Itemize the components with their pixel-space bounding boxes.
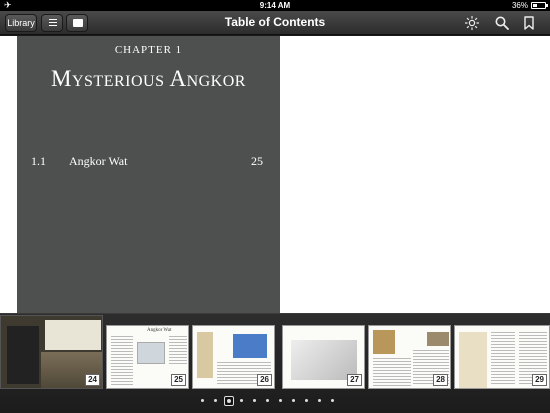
- page-number-badge: 29: [532, 374, 547, 386]
- battery-icon: [531, 2, 548, 9]
- status-time: 9:14 AM: [259, 1, 291, 10]
- battery-percentage: 36%: [511, 1, 528, 10]
- page-filmstrip: 24 Angkor Wat 25 26 27 28 29: [0, 313, 550, 413]
- page-thumbnail[interactable]: 26: [192, 325, 275, 389]
- toc-entry-page: 25: [251, 154, 263, 168]
- page-number-badge: 25: [171, 374, 186, 386]
- page-indicator-dot[interactable]: [253, 399, 256, 402]
- thumbnail-text-column: [373, 358, 411, 386]
- toc-entry-title: Angkor Wat: [69, 154, 128, 168]
- search-icon[interactable]: [494, 15, 510, 31]
- thumbnail-text-block: [7, 326, 39, 384]
- page-thumbnail[interactable]: Angkor Wat 25: [106, 325, 189, 389]
- toc-entry[interactable]: 1.1 Angkor Wat 25: [31, 154, 263, 168]
- status-bar: ✈ 9:14 AM 36%: [0, 0, 550, 11]
- page-indicator-dot[interactable]: [266, 399, 269, 402]
- page-indicator[interactable]: [0, 396, 550, 406]
- thumbnail-text-column: [111, 336, 133, 386]
- page-indicator-dot[interactable]: [318, 399, 321, 402]
- page-indicator-dot-active[interactable]: [224, 396, 234, 406]
- thumbnail-diagram: [233, 334, 267, 358]
- chapter-title[interactable]: Mysterious Angkor: [17, 66, 280, 92]
- thumbnail-photo: [427, 332, 449, 346]
- page-indicator-dot[interactable]: [305, 399, 308, 402]
- toc-entry-number: 1.1: [31, 154, 46, 168]
- page-thumbnail[interactable]: 24: [0, 315, 103, 389]
- page-number-badge: 24: [85, 374, 100, 386]
- thumbnail-inset: [45, 320, 101, 350]
- thumbnail-text-column: [169, 336, 187, 366]
- page-indicator-dot[interactable]: [214, 399, 217, 402]
- thumbnail-diagram: [137, 342, 165, 364]
- page-number-badge: 28: [433, 374, 448, 386]
- page-number-badge: 26: [257, 374, 272, 386]
- toc-content: CHAPTER 1 Mysterious Angkor 1.1 Angkor W…: [0, 36, 550, 324]
- page-indicator-dot[interactable]: [292, 399, 295, 402]
- brightness-icon[interactable]: [464, 15, 480, 31]
- chapter-label: CHAPTER 1: [114, 44, 183, 56]
- page-indicator-dot[interactable]: [279, 399, 282, 402]
- page-thumbnail[interactable]: 29: [454, 325, 550, 389]
- page-thumbnail[interactable]: 27: [282, 325, 365, 389]
- thumbnail-photo: [197, 332, 213, 378]
- page-indicator-dot[interactable]: [240, 399, 243, 402]
- battery-level: [533, 4, 537, 7]
- page-indicator-dot[interactable]: [331, 399, 334, 402]
- page-thumbnail[interactable]: 28: [368, 325, 451, 389]
- thumbnail-heading: Angkor Wat: [147, 328, 172, 333]
- thumbnail-text-column: [491, 332, 515, 386]
- bookmark-icon[interactable]: [521, 15, 537, 31]
- thumbnail-photo: [459, 332, 487, 388]
- page-indicator-dot[interactable]: [201, 399, 204, 402]
- thumbnail-photo: [373, 330, 395, 354]
- page-number-badge: 27: [347, 374, 362, 386]
- toolbar: Library Table of Contents: [0, 11, 550, 35]
- chapter-panel: CHAPTER 1 Mysterious Angkor 1.1 Angkor W…: [17, 36, 280, 324]
